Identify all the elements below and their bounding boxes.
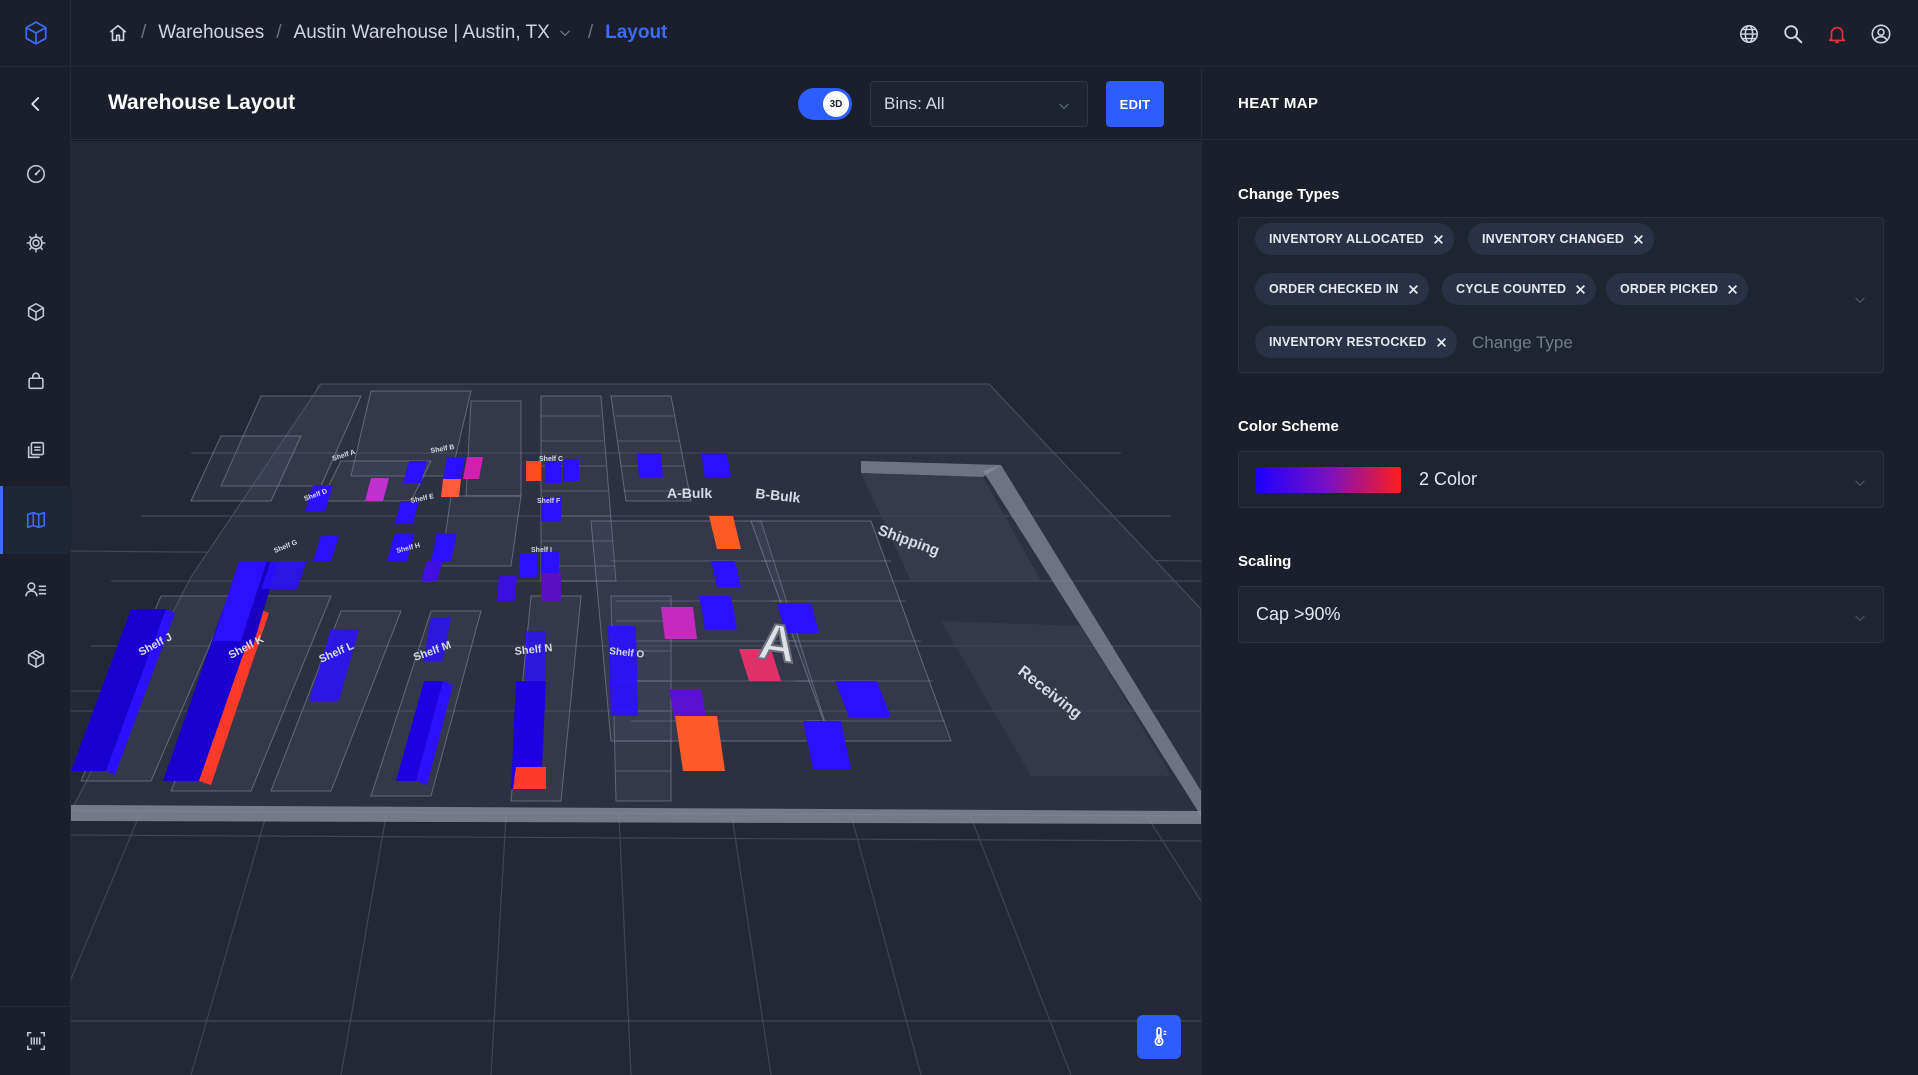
close-icon[interactable] (1436, 337, 1447, 348)
app-logo[interactable] (0, 0, 71, 67)
scaling-value: Cap >90% (1256, 604, 1341, 624)
chip-label: CYCLE COUNTED (1456, 282, 1567, 296)
sidebar-item-reports[interactable] (0, 416, 71, 484)
warehouse-3d-canvas[interactable]: A Shelf J Shelf K Shelf L Shelf M Shelf … (71, 141, 1201, 1075)
scaling-label: Scaling (1238, 553, 1292, 570)
breadcrumb-warehouse[interactable]: Austin Warehouse | Austin, TX (294, 22, 550, 44)
color-scheme-select[interactable]: 2 Color (1238, 451, 1884, 508)
gauge-icon (26, 164, 45, 184)
cube-logo-icon (24, 21, 47, 45)
close-icon[interactable] (1633, 234, 1644, 245)
layout-header: Warehouse Layout 3D Bins: All EDIT (71, 68, 1201, 140)
bins-select[interactable]: Bins: All (870, 81, 1088, 127)
chip-label: INVENTORY ALLOCATED (1269, 232, 1424, 246)
sidebar-item-orders[interactable] (0, 347, 71, 415)
box-icon (27, 302, 44, 322)
close-icon[interactable] (1727, 284, 1738, 295)
heatmap-title: HEAT MAP (1202, 68, 1918, 140)
chip-inventory-changed: INVENTORY CHANGED (1468, 223, 1655, 255)
chevron-down-icon (1853, 611, 1867, 625)
breadcrumb-separator: / (141, 22, 147, 43)
chip-inventory-allocated: INVENTORY ALLOCATED (1255, 223, 1454, 255)
side-rail (0, 0, 71, 1075)
globe-icon[interactable] (1738, 23, 1760, 45)
sidebar-item-users[interactable] (0, 556, 71, 624)
sidebar-item-layout[interactable] (0, 486, 71, 554)
chevron-down-icon (1853, 476, 1867, 490)
chevron-left-icon (30, 97, 39, 111)
close-icon[interactable] (1433, 234, 1444, 245)
chevron-down-icon (1057, 99, 1071, 113)
sidebar-item-inventory[interactable] (0, 278, 71, 346)
breadcrumb: / Warehouses / Austin Warehouse | Austin… (107, 22, 667, 44)
thermometer-icon (1154, 1027, 1167, 1046)
chevron-down-icon[interactable] (558, 26, 572, 40)
change-type-input[interactable]: Change Type (1472, 333, 1573, 353)
close-icon[interactable] (1575, 284, 1586, 295)
chevron-down-icon[interactable] (1853, 293, 1867, 307)
change-types-multiselect[interactable]: INVENTORY ALLOCATED INVENTORY CHANGED OR… (1238, 217, 1884, 373)
chip-inventory-restocked: INVENTORY RESTOCKED (1255, 326, 1457, 358)
sidebar-item-dashboard[interactable] (0, 140, 71, 208)
user-account-icon[interactable] (1870, 23, 1892, 45)
chip-order-checked-in: ORDER CHECKED IN (1255, 273, 1429, 305)
breadcrumb-separator: / (587, 22, 594, 43)
barcode-scan-icon (26, 1031, 45, 1051)
notification-bell-icon[interactable] (1826, 23, 1848, 45)
location-marker: A (755, 612, 800, 675)
app-root: / Warehouses / Austin Warehouse | Austin… (0, 0, 1918, 1075)
label-shelf-c: Shelf C (539, 456, 563, 463)
3d-toggle[interactable]: 3D (798, 88, 852, 120)
top-bar: / Warehouses / Austin Warehouse | Austin… (71, 0, 1918, 67)
color-scheme-label: Color Scheme (1238, 418, 1339, 435)
heatmap-panel: HEAT MAP Change Types INVENTORY ALLOCATE… (1201, 68, 1918, 1075)
label-shelf-f: Shelf F (537, 498, 561, 505)
color-scheme-value: 2 Color (1419, 469, 1478, 489)
change-types-label: Change Types (1238, 186, 1340, 203)
chip-label: INVENTORY RESTOCKED (1269, 335, 1427, 349)
chip-label: INVENTORY CHANGED (1482, 232, 1625, 246)
label-a-bulk: A-Bulk (667, 485, 712, 501)
sidebar-item-products[interactable] (0, 625, 71, 693)
edit-button[interactable]: EDIT (1106, 81, 1164, 127)
chip-label: ORDER CHECKED IN (1269, 282, 1399, 296)
map-icon (26, 511, 45, 529)
search-icon[interactable] (1782, 23, 1804, 45)
close-icon[interactable] (1408, 284, 1419, 295)
collapse-sidebar-button[interactable] (0, 70, 71, 138)
breadcrumb-warehouses[interactable]: Warehouses (158, 22, 264, 44)
top-actions (1738, 0, 1892, 67)
bins-select-value: Bins: All (884, 94, 945, 113)
gear-icon (26, 233, 45, 253)
scaling-select[interactable]: Cap >90% (1238, 586, 1884, 643)
scan-barcode-button[interactable] (0, 1006, 71, 1075)
page-title: Warehouse Layout (108, 91, 296, 114)
warehouse-3d-view[interactable]: A Shelf J Shelf K Shelf L Shelf M Shelf … (71, 141, 1201, 1075)
breadcrumb-layout: Layout (605, 22, 668, 43)
user-list-icon (24, 582, 46, 597)
sidebar-item-settings[interactable] (0, 209, 71, 277)
toggle-knob: 3D (823, 91, 849, 117)
bag-icon (27, 372, 44, 390)
chip-order-picked: ORDER PICKED (1606, 273, 1749, 305)
chip-cycle-counted: CYCLE COUNTED (1442, 273, 1597, 305)
color-gradient-swatch (1256, 466, 1401, 493)
label-shelf-i: Shelf I (531, 547, 552, 554)
breadcrumb-separator: / (276, 22, 282, 43)
home-icon[interactable] (107, 22, 129, 44)
report-icon (27, 441, 44, 459)
heatmap-toggle-button[interactable] (1137, 1015, 1181, 1059)
package-icon (27, 649, 44, 669)
chip-label: ORDER PICKED (1620, 282, 1719, 296)
